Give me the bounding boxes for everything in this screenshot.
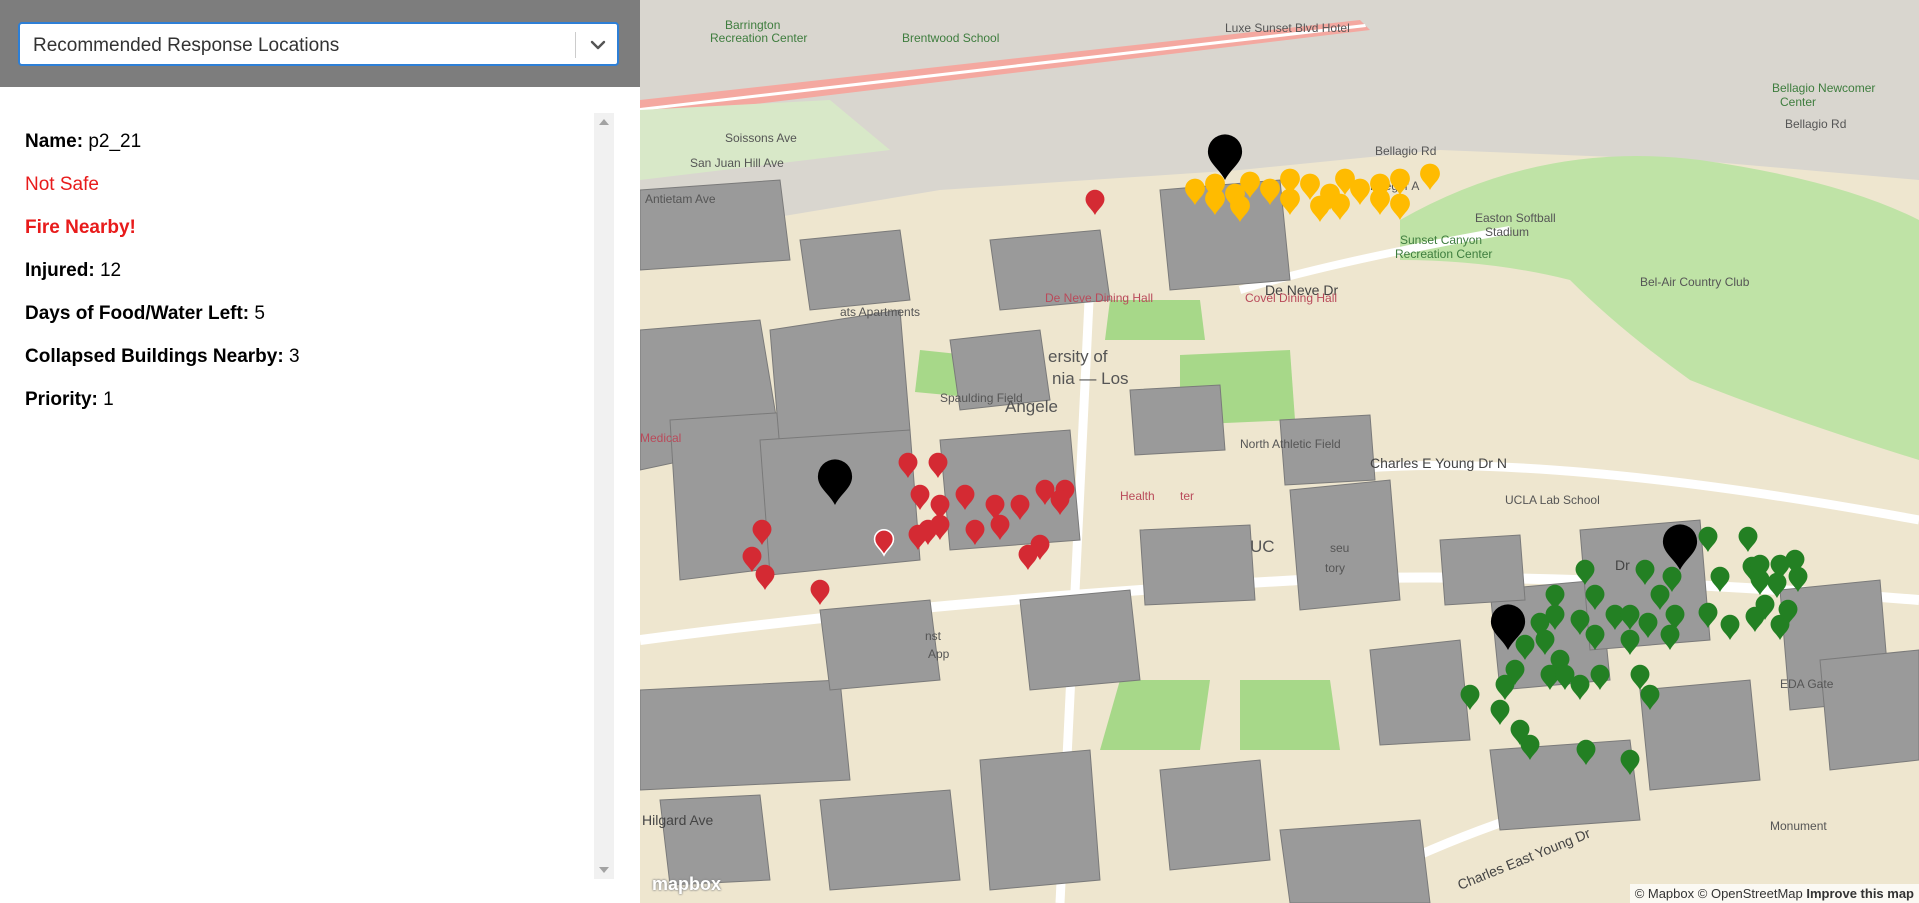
select-separator	[575, 32, 576, 58]
priority-label: Priority:	[25, 389, 98, 410]
label-soissons: Soissons Ave	[725, 131, 797, 145]
chevron-down-icon[interactable]	[588, 35, 608, 55]
injured-value: 12	[99, 260, 122, 281]
label-medical: Medical	[640, 431, 681, 445]
label-dr: Dr	[1615, 557, 1630, 573]
scroll-down-arrow-icon[interactable]	[599, 867, 609, 873]
label-charles-young-n: Charles E Young Dr N	[1370, 455, 1507, 471]
collapsed-label: Collapsed Buildings Nearby:	[25, 346, 284, 367]
label-bellagio-newcomer: Bellagio Newcomer	[1772, 81, 1875, 95]
label-brentwood-school: Brentwood School	[902, 31, 999, 45]
food-row: Days of Food/Water Left: 5	[25, 300, 585, 343]
label-north-athletic: North Athletic Field	[1240, 437, 1341, 451]
attribution-mapbox[interactable]: © Mapbox	[1635, 886, 1694, 901]
layer-select-value: Recommended Response Locations	[33, 35, 340, 56]
label-luxe-hotel: Luxe Sunset Blvd Hotel	[1225, 21, 1350, 35]
label-stadium: Stadium	[1485, 225, 1529, 239]
injured-label: Injured:	[25, 260, 95, 281]
name-value: p2_21	[88, 131, 142, 152]
scrollbar[interactable]	[594, 113, 614, 879]
improve-map-link[interactable]: Improve this map	[1806, 886, 1914, 901]
collapsed-row: Collapsed Buildings Nearby: 3	[25, 343, 585, 386]
label-easton: Easton Softball	[1475, 211, 1556, 225]
layer-select[interactable]: Recommended Response Locations	[18, 22, 619, 66]
label-university-2: nia — Los	[1052, 369, 1129, 388]
label-monument: Monument	[1770, 819, 1827, 833]
label-health: Health	[1120, 489, 1155, 503]
label-bellagio: Bellagio Rd	[1375, 144, 1436, 158]
label-center-short: ter	[1180, 489, 1194, 503]
label-sunset-canyon: Sunset Canyon	[1400, 233, 1482, 247]
food-label: Days of Food/Water Left:	[25, 303, 250, 324]
label-recreation-center-2: Recreation Center	[1395, 247, 1492, 261]
label-museum: seu	[1330, 541, 1349, 555]
mapbox-logo[interactable]: mapbox	[652, 874, 721, 895]
attribution-osm[interactable]: © OpenStreetMap	[1698, 886, 1803, 901]
label-app: App	[928, 647, 950, 661]
map-canvas[interactable]: Barrington Recreation Center Brentwood S…	[640, 0, 1919, 903]
dropdown-bar: Recommended Response Locations	[0, 0, 640, 87]
label-hilgard: Hilgard Ave	[642, 812, 714, 828]
injured-row: Injured: 12	[25, 257, 585, 300]
label-inst: nst	[925, 629, 942, 643]
label-antietam: Antietam Ave	[645, 192, 716, 206]
name-row: Name: p2_21	[25, 128, 585, 171]
name-label: Name:	[25, 131, 84, 152]
label-recreation-center: Recreation Center	[710, 31, 807, 45]
label-de-neve-dining: De Neve Dining Hall	[1045, 291, 1153, 305]
map-attribution: © Mapbox © OpenStreetMap Improve this ma…	[1629, 884, 1919, 903]
label-bellagio-2: Bellagio Rd	[1785, 117, 1846, 131]
label-san-juan: San Juan Hill Ave	[690, 156, 784, 170]
fire-alert: Fire Nearby!	[25, 217, 136, 238]
label-eda-gate: EDA Gate	[1780, 677, 1834, 691]
label-ucla-lab-school: UCLA Lab School	[1505, 493, 1600, 507]
label-history: tory	[1325, 561, 1345, 575]
priority-row: Priority: 1	[25, 386, 585, 429]
safety-status: Not Safe	[25, 174, 99, 195]
label-university: ersity of	[1048, 347, 1108, 366]
label-uc: UC	[1250, 537, 1275, 556]
location-details: Name: p2_21 Not Safe Fire Nearby! Injure…	[25, 128, 585, 429]
scroll-up-arrow-icon[interactable]	[599, 119, 609, 125]
label-barrington: Barrington	[725, 18, 780, 32]
info-panel: Recommended Response Locations Name: p2_…	[0, 0, 640, 903]
priority-value: 1	[103, 389, 114, 410]
map-view[interactable]: Barrington Recreation Center Brentwood S…	[640, 0, 1919, 903]
court-green-2	[1240, 680, 1340, 750]
label-covel-dining: Covel Dining Hall	[1245, 291, 1337, 305]
collapsed-value: 3	[288, 346, 300, 367]
label-center: Center	[1780, 95, 1816, 109]
track-field	[1105, 300, 1205, 340]
label-belair: Bel-Air Country Club	[1640, 275, 1750, 289]
label-apartments: ats Apartments	[840, 305, 920, 319]
food-value: 5	[254, 303, 265, 324]
label-angeles: Angele	[1005, 397, 1058, 416]
